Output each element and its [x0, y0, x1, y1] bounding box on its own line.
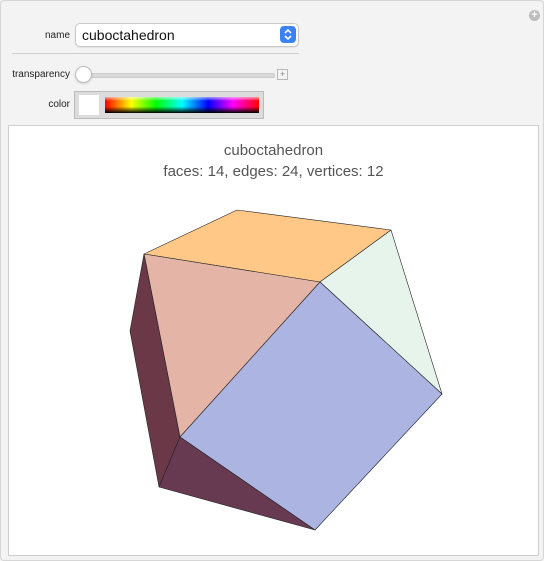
- updown-chevron-icon: [280, 26, 296, 43]
- output-pane: cuboctahedron faces: 14, edges: 24, vert…: [8, 125, 539, 556]
- expand-plus-icon[interactable]: +: [277, 69, 288, 80]
- transparency-slider[interactable]: [79, 73, 275, 78]
- name-select-value: cuboctahedron: [82, 27, 175, 43]
- divider: [12, 53, 299, 54]
- add-icon[interactable]: +: [529, 10, 540, 21]
- transparency-slider-thumb[interactable]: [75, 66, 92, 83]
- color-label: color: [48, 99, 70, 110]
- manipulate-panel: + name cuboctahedron transparency + colo…: [0, 0, 544, 561]
- transparency-label: transparency: [12, 69, 70, 80]
- polyhedron-graphic[interactable]: [9, 126, 538, 555]
- color-picker[interactable]: [74, 91, 264, 119]
- name-label: name: [44, 30, 70, 41]
- color-spectrum-highlight: [105, 97, 259, 101]
- color-swatch[interactable]: [79, 95, 99, 115]
- name-select[interactable]: cuboctahedron: [75, 23, 299, 47]
